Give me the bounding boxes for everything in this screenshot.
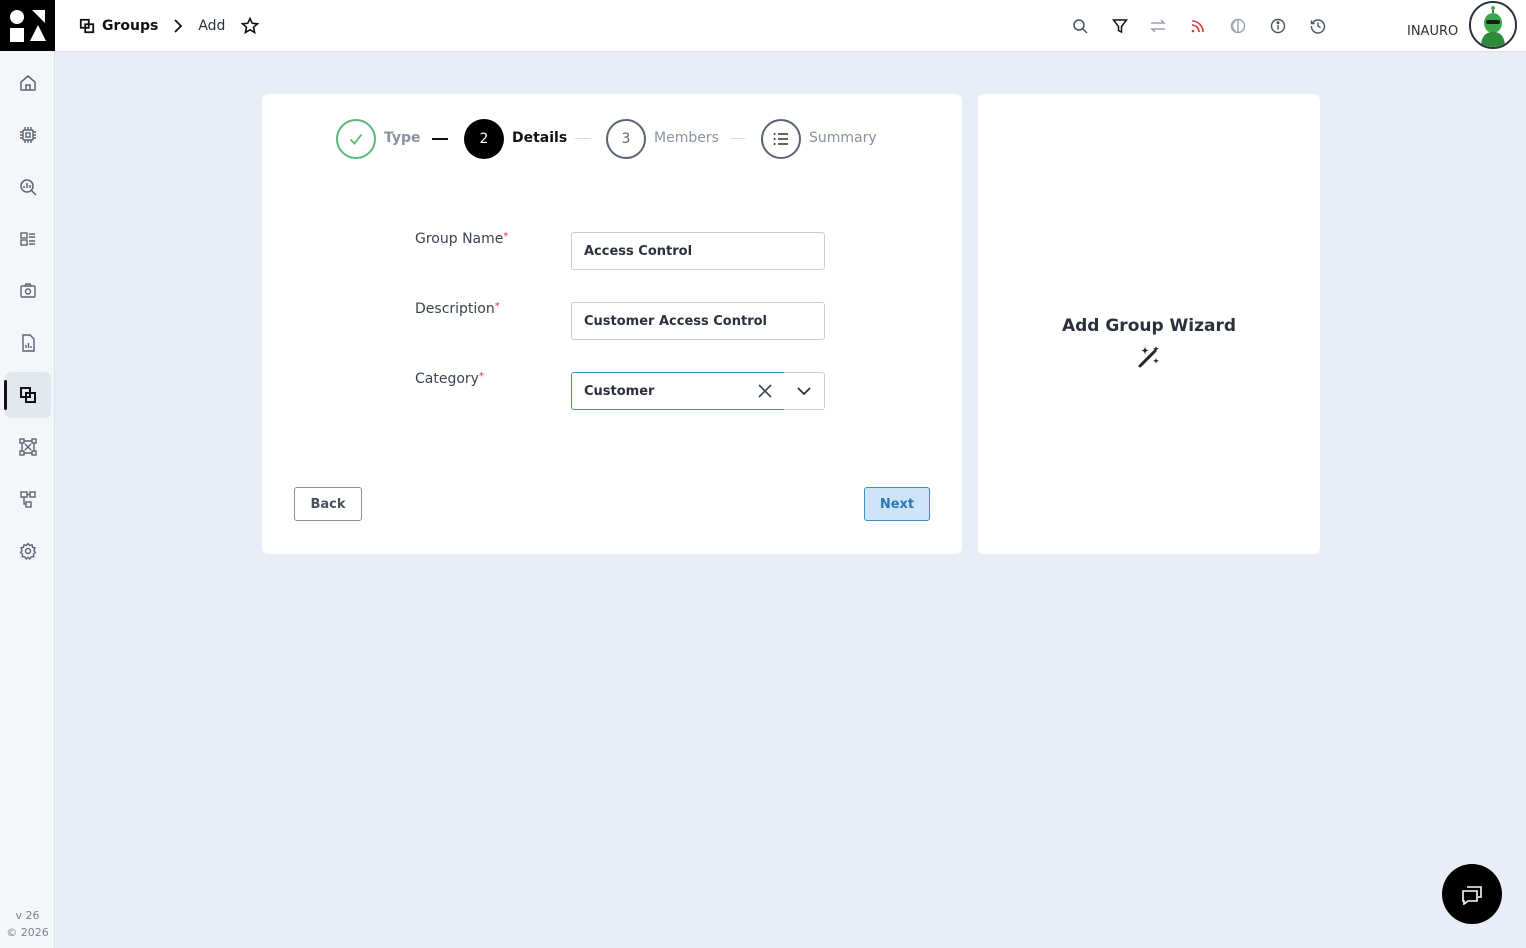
rss-icon xyxy=(1191,20,1204,33)
chat-button[interactable] xyxy=(1442,864,1502,924)
sidebar-item-zones[interactable] xyxy=(5,424,51,470)
logo-icon xyxy=(10,10,46,42)
feed-button[interactable] xyxy=(1187,15,1209,37)
category-label: Category* xyxy=(415,371,484,387)
avatar[interactable] xyxy=(1469,1,1517,49)
group-name-input[interactable] xyxy=(571,232,825,270)
chevron-right-icon xyxy=(174,19,183,33)
group-name-label: Group Name* xyxy=(415,231,508,247)
next-button[interactable]: Next xyxy=(864,487,930,521)
dashboard-icon xyxy=(20,232,35,246)
category-label-text: Category xyxy=(415,371,479,387)
description-label-text: Description xyxy=(415,301,495,317)
step-details-number: 2 xyxy=(479,131,489,147)
back-button[interactable]: Back xyxy=(294,487,362,521)
report-icon xyxy=(22,334,35,352)
step-connector xyxy=(432,138,448,140)
step-type-label: Type xyxy=(384,130,421,146)
step-details-label: Details xyxy=(512,130,568,146)
step-members-label: Members xyxy=(654,130,719,146)
category-dropdown-button[interactable] xyxy=(784,372,825,410)
groups-icon xyxy=(79,18,95,34)
user-name[interactable]: INAURO xyxy=(1407,24,1458,39)
clear-category-button[interactable] xyxy=(755,381,775,401)
zones-icon xyxy=(19,438,37,456)
chip-icon xyxy=(20,127,36,143)
swap-button[interactable] xyxy=(1147,15,1169,37)
step-type-indicator xyxy=(336,119,376,159)
search-button[interactable] xyxy=(1069,15,1091,37)
chevron-down-icon xyxy=(797,386,811,395)
sidebar-item-groups[interactable] xyxy=(4,372,51,418)
sidebar-item-assets[interactable] xyxy=(5,268,51,314)
check-icon xyxy=(349,133,363,145)
group-name-label-text: Group Name xyxy=(415,231,504,247)
version-info: v 26 © 2026 xyxy=(0,907,55,941)
category-input[interactable] xyxy=(571,372,785,410)
hierarchy-icon xyxy=(20,491,36,508)
info-button[interactable] xyxy=(1267,15,1289,37)
breadcrumb-groups-link[interactable]: Groups xyxy=(102,18,158,34)
required-mark: * xyxy=(503,231,509,242)
step-details-indicator: 2 xyxy=(464,119,504,159)
required-mark: * xyxy=(494,301,500,312)
close-icon xyxy=(758,384,772,398)
camera-box-icon xyxy=(20,283,36,298)
gear-icon xyxy=(19,542,37,560)
category-combobox xyxy=(571,372,825,410)
theme-toggle-icon xyxy=(1230,18,1246,34)
search-icon xyxy=(1073,19,1088,34)
step-summary-indicator xyxy=(761,119,801,159)
filter-button[interactable] xyxy=(1109,15,1131,37)
breadcrumb-current-page: Add xyxy=(198,18,226,34)
info-icon xyxy=(1270,18,1286,34)
sidebar-item-dashboards[interactable] xyxy=(5,216,51,262)
chat-icon xyxy=(1462,886,1482,905)
version-label: v 26 xyxy=(15,909,40,922)
swap-icon xyxy=(1150,19,1166,33)
home-icon xyxy=(20,75,36,91)
sidebar-item-explore[interactable] xyxy=(5,164,51,210)
star-icon[interactable] xyxy=(241,17,260,35)
sidebar-item-hierarchy[interactable] xyxy=(5,476,51,522)
required-mark: * xyxy=(478,371,484,382)
step-connector xyxy=(575,138,591,139)
user-avatar-icon xyxy=(1471,3,1515,47)
step-connector xyxy=(731,138,745,139)
step-summary-label: Summary xyxy=(809,130,877,146)
step-members-indicator: 3 xyxy=(606,119,646,159)
top-header: Groups Add INAURO xyxy=(55,0,1526,52)
theme-toggle-button[interactable] xyxy=(1227,15,1249,37)
description-input[interactable] xyxy=(571,302,825,340)
history-icon xyxy=(1310,19,1326,34)
sidebar-item-devices[interactable] xyxy=(5,112,51,158)
sidebar: v 26 © 2026 xyxy=(0,0,55,948)
groups-icon xyxy=(20,387,36,403)
copyright-label: © 2026 xyxy=(6,926,49,939)
sidebar-item-settings[interactable] xyxy=(5,528,51,574)
description-label: Description* xyxy=(415,301,500,317)
breadcrumb: Groups Add xyxy=(79,0,260,52)
app-logo[interactable] xyxy=(0,0,55,51)
list-icon xyxy=(773,133,788,145)
sidebar-item-home[interactable] xyxy=(5,60,51,106)
panel-title: Add Group Wizard xyxy=(1061,316,1237,336)
magic-wand-icon xyxy=(1138,346,1159,368)
sidebar-item-reports[interactable] xyxy=(5,320,51,366)
filter-icon xyxy=(1112,19,1128,34)
step-members-number: 3 xyxy=(621,131,631,147)
analytics-search-icon xyxy=(20,179,37,196)
history-button[interactable] xyxy=(1307,15,1329,37)
